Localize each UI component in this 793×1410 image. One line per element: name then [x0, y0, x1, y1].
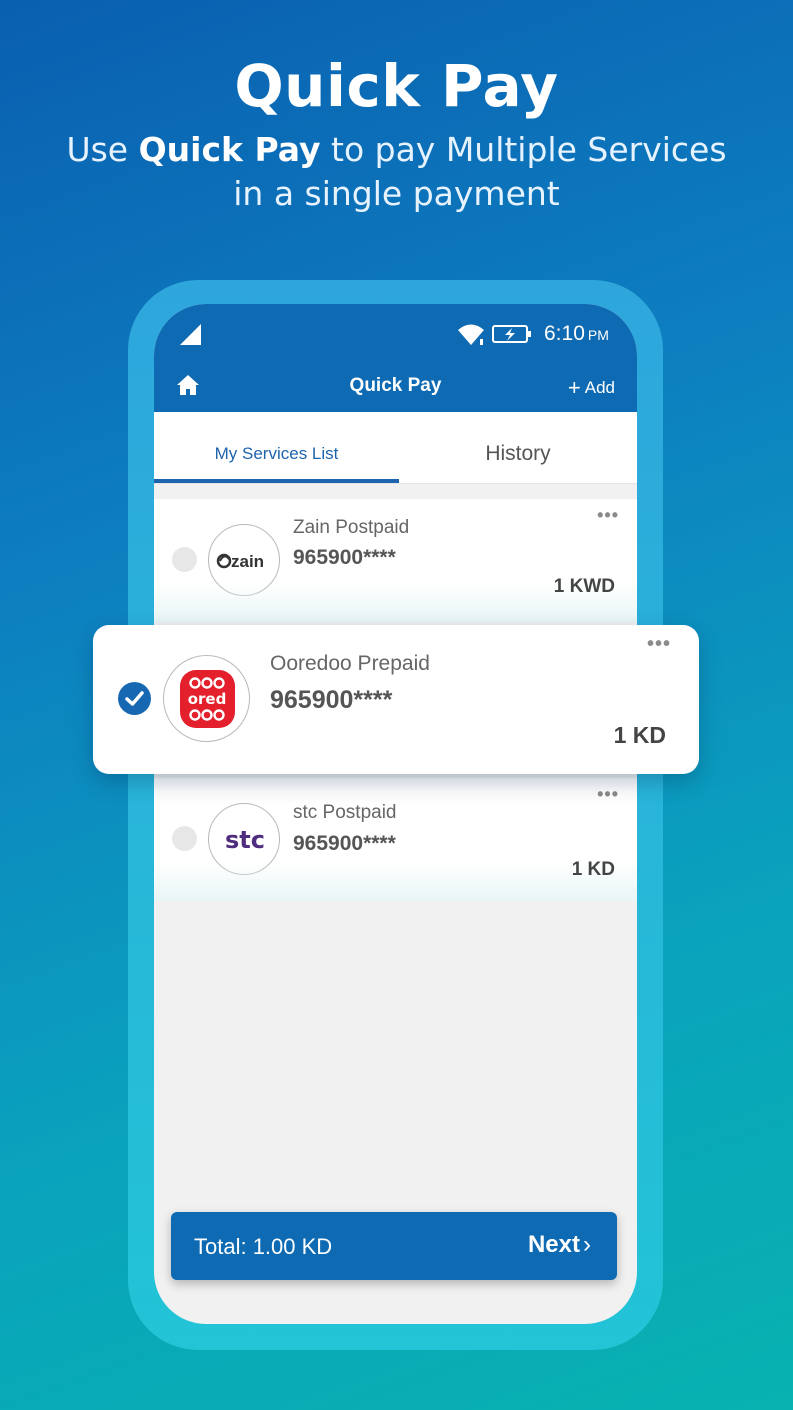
service-card-stc[interactable]: stc stc Postpaid 965900**** 1 KD ••• — [154, 778, 637, 901]
battery-charging-icon — [492, 325, 531, 343]
service-number: 965900**** — [293, 546, 396, 569]
plus-icon: + — [567, 375, 581, 400]
wifi-icon — [458, 324, 484, 345]
add-button[interactable]: + Add — [568, 375, 615, 401]
ooredoo-logo-icon: ored — [180, 670, 235, 728]
stc-logo-icon: stc — [225, 826, 265, 854]
more-options-icon[interactable]: ••• — [597, 784, 619, 805]
phone-screen: 6:10 PM Quick Pay + Add My Services List H… — [154, 304, 637, 1324]
service-name: Ooredoo Prepaid — [270, 652, 430, 675]
zain-logo-text: zain — [231, 552, 264, 571]
stc-logo: stc — [208, 803, 280, 875]
service-card-zain[interactable]: zain Zain Postpaid 965900**** 1 KWD ••• — [154, 499, 637, 622]
service-name: Zain Postpaid — [293, 517, 410, 538]
service-number: 965900**** — [293, 832, 396, 855]
service-card-ooredoo[interactable]: ored Ooredoo Prepaid 965900**** 1 KD ••• — [93, 625, 699, 774]
app-bar: Quick Pay + Add — [154, 360, 637, 412]
next-button[interactable]: Next › — [528, 1231, 591, 1259]
status-time: 6:10 PM — [544, 322, 609, 346]
subtitle-bold: Quick Pay — [138, 130, 321, 169]
time-ampm: PM — [587, 327, 609, 343]
zain-logo: zain — [208, 524, 280, 596]
tab-my-services-list[interactable]: My Services List — [154, 412, 399, 483]
headline-subtitle: Use Quick Pay to pay Multiple Services i… — [40, 128, 753, 216]
signal-icon — [180, 324, 201, 345]
add-label: Add — [584, 378, 615, 397]
status-bar: 6:10 PM — [154, 304, 637, 360]
total-amount: Total: 1.00 KD — [194, 1234, 333, 1259]
checkmark-icon — [125, 691, 144, 706]
chevron-right-icon: › — [583, 1231, 591, 1258]
service-number: 965900**** — [270, 686, 393, 714]
service-amount: 1 KD — [613, 722, 666, 748]
service-amount: 1 KWD — [553, 576, 615, 597]
more-options-icon[interactable]: ••• — [647, 633, 671, 656]
subtitle-line2: in a single payment — [233, 174, 560, 213]
tab-bar: My Services List History — [154, 412, 637, 484]
subtitle-pre: Use — [66, 130, 139, 169]
app-title: Quick Pay — [349, 375, 442, 396]
zain-logo-icon: zain — [216, 552, 264, 571]
time-value: 6:10 — [544, 322, 585, 345]
service-name: stc Postpaid — [293, 802, 397, 823]
ooredoo-logo-text: ored — [188, 690, 227, 708]
tab-history[interactable]: History — [399, 412, 637, 484]
headline-title: Quick Pay — [234, 52, 559, 120]
total-bar: Total: 1.00 KD Next › — [171, 1212, 617, 1280]
select-radio[interactable] — [172, 826, 197, 851]
selected-check-radio[interactable] — [118, 682, 151, 715]
stc-logo-text: stc — [225, 826, 265, 854]
service-amount: 1 KD — [571, 859, 615, 880]
more-options-icon[interactable]: ••• — [597, 505, 619, 526]
select-radio[interactable] — [172, 547, 197, 572]
next-label: Next — [527, 1231, 580, 1258]
ooredoo-logo: ored — [163, 655, 250, 742]
subtitle-post: to pay Multiple Services — [320, 130, 727, 169]
